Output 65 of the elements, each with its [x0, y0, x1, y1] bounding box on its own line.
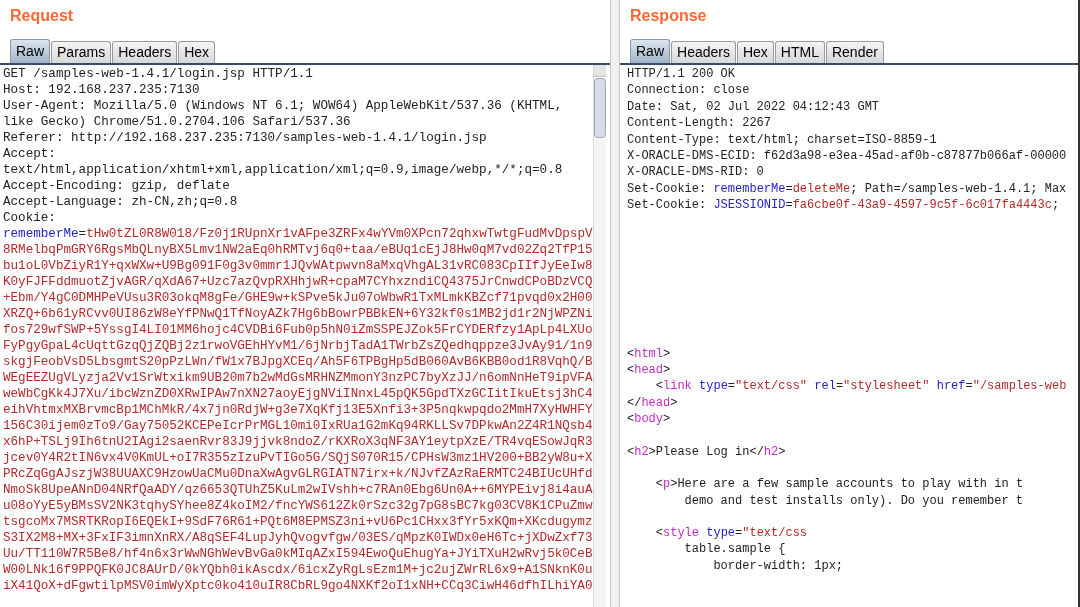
code-line: Set-Cookie: rememberMe=deleteMe; Path=/samples-web-1.4.1; Max — [627, 180, 1068, 198]
code-line: 156C30ijem0zTo9/Gay75052KCEPeIcrPrMGL10mi0IxRUa1G2mKq94RKLLSv7DPkwAn2Z4R1NQsb4 — [3, 418, 593, 434]
code-line: iX41QoX+dFgwtilpMSV0imWyXptc0ko410uIR8CbRL9go4NXKf2oI1xNH+CCq3CiwH46dfhILhiYA0 — [3, 578, 593, 594]
code-line: NmoSk8UpeANnD04NRfQaADY/qz6653QTUhZ5KuLm2wIVshh+c7RAn0Ebg6Un0A++6MYPEivj8i4auA — [3, 482, 593, 498]
code-line: Content-Type: text/html; charset=ISO-8859-1 — [627, 131, 938, 149]
code-line: Accept-Language: zh-CN,zh;q=0.8 — [3, 194, 239, 210]
code-line: <html> — [627, 345, 672, 363]
code-line: Referer: http://192.168.237.235:7130/samples-web-1.4.1/login.jsp — [3, 130, 488, 146]
code-line: Connection: close — [627, 82, 751, 99]
code-line: User-Agent: Mozilla/5.0 (Windows NT 6.1; WOW64) AppleWebKit/537.36 (KHTML, — [3, 98, 564, 114]
code-line: demo and test installs only). Do you remember t — [683, 492, 1025, 509]
code-line: W00LNk16f9PPQFK0JC8AUrD/0kYQbh0ikAscdx/6icxZyRgLsEzm1M+jc2ujZWrRL6x9+A1SNknK0u — [3, 562, 593, 578]
code-line: <style type="text/css — [654, 524, 809, 542]
code-line: </head> — [627, 394, 679, 412]
tab[interactable]: Raw — [10, 39, 50, 63]
code-line: XRZQ+6b61yRCvv0UI86zW8eYfPNwQ1TfNoyAZk7Hg6bBowrPBBkEN+6Y32kf0s1MB2jd1r2NjWPZNi — [3, 306, 593, 322]
code-line: 8RMelbqPmGRY6RgsMbQLnyBX5Lmv1NW2aEq0hRMTvj6q0+taa/eBUq1cEjJ8Hw0qM7vd02Zq2TfP15 — [3, 242, 593, 258]
code-line: bu1oL0VbZiyR1Y+qxWXw+U9Bg091F0g3v0mmr1JQvWAtpwvn8aMxqVhgAL31vRC083CpIIfJyEeIw8 — [3, 258, 593, 274]
scrollbar[interactable] — [593, 65, 606, 607]
panel-title: Response — [630, 6, 707, 26]
tab[interactable]: HTML — [774, 41, 825, 63]
code-line: fos729wfSWP+5YssgI4LI01MM6hojc4CVDBi6Fub0p5hN0iZmSSPEJZok5FrCYDERfzy1ApLp4LXUo — [3, 322, 593, 338]
tab[interactable]: Params — [51, 41, 112, 63]
code-line: jcev0Y4R2tIN6vx4V0KmUL+oI7R355zIzuPvTIGo5G/SQjS070R15/CPHsW3mz1HV200+BB2yW8u+X — [3, 450, 593, 466]
code-line: <head> — [627, 362, 672, 379]
code-line: u08oYyE5yBMsSV2NK3tqhySYhee8Z4koIM2/fncYWS612Zk0rSzc32g7pG8sBC7kg03CV8K1CPuZmw — [3, 498, 593, 514]
code-line: rememberMe=tHw0tZL0R8W018/Fz0j1RUpnXr1vAFpe3ZRFx4wYVm0XPcn72qhxwTwtgFudMvDpspV — [3, 226, 593, 242]
code-line: PRcZqGgAJszjW38UUAXC9HzowUaCMu0DnaXwAgvGLRGIATN7irx+k/NJvfZAzRaERMTC24BIUcUHfd — [3, 466, 593, 482]
code-line: K0yFJFFddmuotZjvAGR/qXdA67+Uzc7azQvpRXHhjwR+cpaM7CYhxzndiCQ4375JrCnwdCPoBDzVCQ — [3, 274, 593, 290]
code-line: table.sample { — [683, 541, 787, 558]
code-line: eihVhtmxMXBrvmcBp1MChMkR/4x7jn0RdjW+g3e7XqKfj13E5Xnfi3+3P5nqkwpqdo2MmH7XyHWHFY — [3, 402, 593, 418]
code-line: <body> — [627, 411, 672, 428]
tab[interactable]: Raw — [630, 39, 670, 63]
tab[interactable]: Render — [825, 41, 884, 63]
code-line: HTTP/1.1 200 OK — [627, 66, 737, 83]
code-line: Cookie: — [3, 210, 57, 226]
tab[interactable]: Headers — [112, 41, 178, 63]
code-line: Set-Cookie: JSESSIONID=fa6cbe0f-43a9-4597-9c5f-6c017fa4443c; — [627, 197, 1061, 214]
code-line: tsgcoMx7MSRTKRopI6EQEkI+9SdF76R61+PQt6M8EPMSZ3ni+vU6Pc1CHxx3fYr5xKQm+XKcdugymz — [3, 514, 593, 530]
code-line: Uu/TT110W7R5Be8/hf4n6x3rWwNGhWevBvGa0kMIqAZxI594EwoQuEhugYa+JYiTXuH2wRvj5k0CeB — [3, 546, 593, 562]
code-line: X-ORACLE-DMS-ECID: f62d3a98-e3ea-45ad-af0b-c87877b066af-00000 — [627, 148, 1068, 165]
code-line: text/html,application/xhtml+xml,application/xml;q=0.9,image/webp,*/*;q=0.8 — [3, 162, 564, 178]
code-line: x6hP+TSLj9Ih6tnU2IAgi2saenRvr83J9jjvk8ndoZ/rKXRoX3qNF3AY1eytpXzE/TR4vqESowJqR3 — [3, 434, 593, 450]
code-line: border-width: 1px; — [712, 557, 845, 575]
code-line: FyPgyGpaL4cUqttGzqQjZQBj2z1rwoVGEhHYvM1/6jNrbjTadA1TWrbZsZQedhqppze3JvAy91/1n9 — [3, 338, 593, 354]
code-line: Date: Sat, 02 Jul 2022 04:12:43 GMT — [627, 98, 881, 116]
tab[interactable]: Hex — [736, 41, 774, 63]
code-line: Accept-Encoding: gzip, deflate — [3, 178, 231, 194]
code-line: Accept: — [3, 146, 57, 162]
code-line: GET /samples-web-1.4.1/login.jsp HTTP/1.1 — [3, 66, 314, 82]
code-line: <h2>Please Log in</h2> — [627, 443, 787, 461]
panel-title: Request — [10, 6, 74, 26]
code-line: S3IX2M8+MX+3FxIF3imnXnRX/A8qSEF4LupJyhQvogvfgw/03ES/qMpzK0IWDx0eH6Tc+jXDwZxf73 — [3, 530, 593, 546]
code-line: +Ebm/Y4gC0DMHPeVUsu3R03okqM8gFe/GHE9w+kSPve5kJu07oWbwR1TxMLmkKBZcf71pvqd0x2H00 — [3, 290, 593, 306]
tab[interactable]: Headers — [671, 41, 736, 63]
tab[interactable]: Hex — [178, 41, 216, 63]
code-line: like Gecko) Chrome/51.0.2704.106 Safari/537.36 — [3, 114, 352, 130]
code-line: Host: 192.168.237.235:7130 — [3, 82, 201, 98]
code-line: WEgEEZUgVLyzja2Vv1SrWtxikm9UB20m7b2wMdGsMRHNZMmonY3nzPC7byXzJJ/n6omNnHeT9ipVFA — [3, 370, 593, 386]
code-line: Content-Length: 2267 — [627, 115, 773, 132]
code-line: weWbCgKk4J7Xu/ibcWznZD0XRwIPAw7nXN27aoyEjgNViINnxL45pQK5GpdTXzGCIitIkuEtsj3hC4 — [3, 386, 593, 402]
code-line: X-ORACLE-DMS-RID: 0 — [627, 164, 765, 181]
code-line: <p>Here are a few sample accounts to play with in t — [654, 476, 1025, 493]
code-line: skgjFeobVsD5LbsgmtS20pPzLWn/fW1x7BJpgXCEq/Ah5F6TPBgHp5dB060AvB6KBB0od1R8VqhQ/B — [3, 354, 593, 370]
code-line: <link type="text/css" rel="stylesheet" href="/samples-web — [654, 378, 1068, 395]
